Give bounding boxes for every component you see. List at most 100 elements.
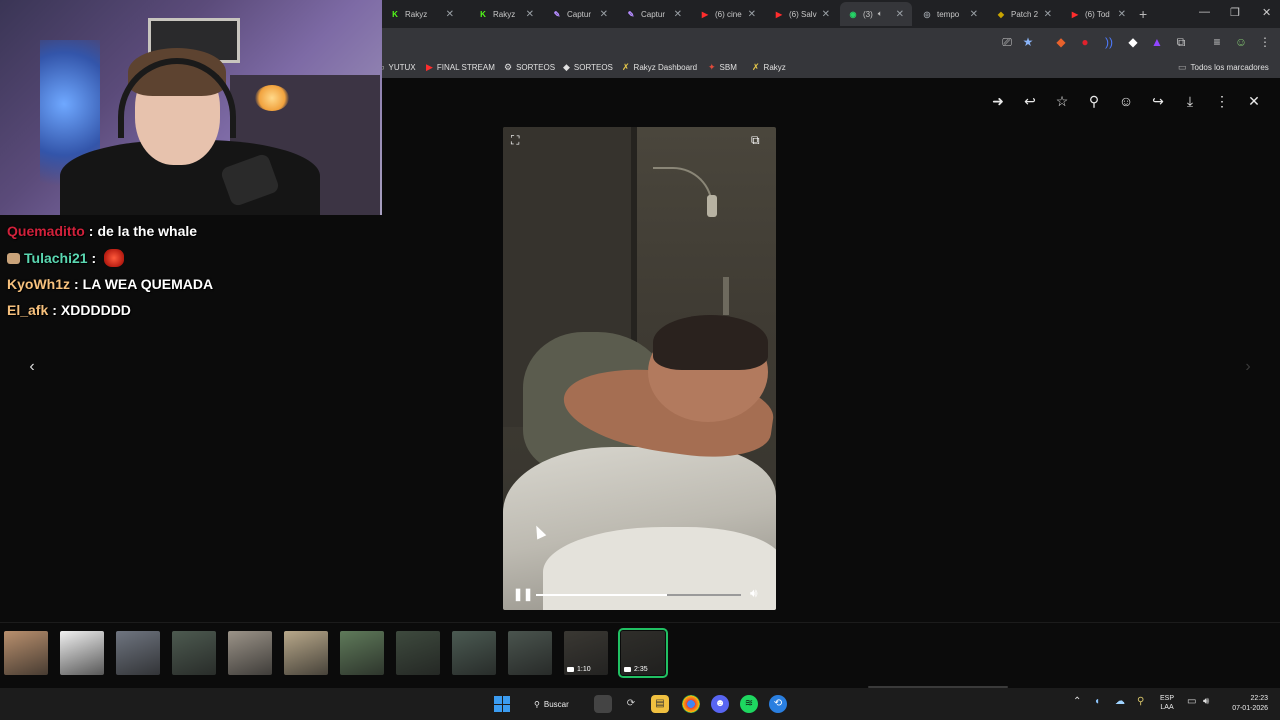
chrome-icon[interactable] [682,695,700,713]
thumbnail[interactable] [508,631,552,675]
tab-captur-1[interactable]: ✎ Captur ✕ [544,2,616,26]
tray-cloud-icon[interactable]: ☁ [1115,696,1125,707]
close-icon[interactable]: ✕ [446,9,454,20]
thumbnail[interactable] [340,631,384,675]
blue-app-icon[interactable]: ⟲ [769,695,787,713]
spotify-icon[interactable]: ≋ [740,695,758,713]
bookmark-sorteos-2[interactable]: ◆ SORTEOS [563,62,613,73]
thumbnail[interactable] [172,631,216,675]
tray-mic-icon[interactable]: ⚲ [1137,696,1144,707]
bookmark-rakyz-dashboard[interactable]: ✗ Rakyz Dashboard [622,62,697,73]
previous-media-button[interactable]: ‹ [22,358,42,380]
tab-captur-2[interactable]: ✎ Captur ✕ [618,2,690,26]
tray-steam-icon[interactable]: ◖ [1094,696,1100,707]
network-icon[interactable]: ▭ [1187,696,1196,707]
taskbar-search[interactable]: ⚲ Buscar [527,694,583,714]
thumbnail[interactable] [4,631,48,675]
tab-rakyz-2[interactable]: K Rakyz ✕ [470,2,542,26]
browser-toolbar: ⎚ ★ ◆ ● )) ◆ ▲ ⧉ ≡ ☺ ⋮ [382,28,1280,56]
fullscreen-icon[interactable]: ⛶ [511,133,527,149]
tab-tempo[interactable]: ◎ tempo ✕ [914,2,986,26]
bookmark-final-stream[interactable]: ▶ FINAL STREAM [426,62,495,73]
tray-chevron-icon[interactable]: ⌃ [1073,696,1081,707]
tab-label: (6) Tod [1085,9,1110,19]
tab-youtube-salv[interactable]: ▶ (6) Salv ✕ [766,2,838,26]
thumbnail[interactable] [452,631,496,675]
video-player[interactable] [503,127,776,610]
extension-diamond-icon[interactable]: ◆ [1126,35,1140,49]
extensions-puzzle-icon[interactable]: ⧉ [1174,35,1188,49]
system-clock[interactable]: 22:23 07-01-2026 [1224,694,1268,714]
arrow-right-icon[interactable]: ➜ [989,92,1007,110]
speaker-icon[interactable]: 🔈︎ [878,9,883,19]
thumbnail[interactable] [116,631,160,675]
maximize-button[interactable]: ❐ [1230,6,1240,19]
tab-label: tempo [937,9,960,19]
task-view-icon[interactable] [594,695,612,713]
tab-youtube-tod[interactable]: ▶ (6) Tod ✕ [1062,2,1134,26]
bookmark-label: SORTEOS [573,63,613,72]
thumbnail[interactable] [60,631,104,675]
forward-icon[interactable]: ↪ [1149,92,1167,110]
close-icon[interactable]: ✕ [674,9,682,20]
menu-kebab-icon[interactable]: ⋮ [1258,35,1272,49]
more-options-icon[interactable]: ⋮ [1213,92,1231,110]
close-icon[interactable]: ✕ [526,9,534,20]
download-icon[interactable]: ⤓ [1181,92,1199,110]
new-tab-button[interactable]: + [1139,6,1147,22]
video-frame-lamp-head [707,195,717,217]
close-icon[interactable]: ✕ [1118,9,1126,20]
close-icon[interactable]: ✕ [970,9,978,20]
bookmark-star-icon[interactable]: ★ [1021,35,1035,49]
bookmark-rakyz[interactable]: ✗ Rakyz [752,62,786,73]
bookmark-sbm[interactable]: ✦ SBM [708,62,737,73]
next-media-button[interactable]: › [1238,358,1258,380]
pin-icon[interactable]: ⚲ [1085,92,1103,110]
extension-audio-icon[interactable]: )) [1102,35,1116,49]
extension-fox-icon[interactable]: ◆ [1054,35,1068,49]
windows-start-icon[interactable] [494,696,510,712]
thumbnail-video[interactable]: 1:10 [564,631,608,675]
cast-icon[interactable]: ⎚ [1000,35,1014,49]
screen: K Rakyz ✕ K Rakyz ✕ ✎ Captur ✕ ✎ Captur … [0,0,1280,720]
tab-patch[interactable]: ◆ Patch 2 ✕ [988,2,1060,26]
reply-icon[interactable]: ↩ [1021,92,1039,110]
thumbnail[interactable] [228,631,272,675]
close-icon[interactable]: ✕ [896,9,904,20]
camera-icon [567,667,574,672]
bookmark-label: SBM [719,63,737,72]
keyboard-language[interactable]: ESP LAA [1160,694,1174,712]
star-icon[interactable]: ☆ [1053,92,1071,110]
close-viewer-icon[interactable]: ✕ [1245,92,1263,110]
tab-whatsapp[interactable]: ◉ (3) 🔈︎ ✕ [840,2,912,26]
video-seek-bar[interactable] [536,594,741,596]
close-icon[interactable]: ✕ [600,9,608,20]
picture-in-picture-icon[interactable]: ⧉ [751,133,767,149]
close-icon[interactable]: ✕ [1044,9,1052,20]
thumbnail[interactable] [396,631,440,675]
tab-rakyz-1[interactable]: K Rakyz ✕ [382,2,462,26]
extension-red-icon[interactable]: ● [1078,35,1092,49]
extension-twitch-icon[interactable]: ▲ [1150,35,1164,49]
widget-icon[interactable]: ⟳ [622,695,640,713]
thumbnail[interactable] [284,631,328,675]
volume-icon[interactable]: 🔊︎ [750,586,758,601]
tab-youtube-cine[interactable]: ▶ (6) cine ✕ [692,2,764,26]
tab-label: (3) [863,9,873,19]
volume-tray-icon[interactable]: 🔊︎ [1203,696,1209,707]
video-progress-fill [536,594,668,596]
close-icon[interactable]: ✕ [748,9,756,20]
emoji-icon[interactable]: ☺ [1117,92,1135,110]
thumbnail-video-selected[interactable]: 2:35 [618,628,668,678]
discord-icon[interactable]: ☻ [711,695,729,713]
clock-time: 22:23 [1250,695,1268,702]
close-window-button[interactable]: ✕ [1262,6,1271,19]
media-control-icon[interactable]: ≡ [1210,35,1224,49]
close-icon[interactable]: ✕ [822,9,830,20]
pause-icon[interactable]: ❚❚ [513,587,533,601]
bookmark-sorteos-1[interactable]: ⚙ SORTEOS [504,62,555,73]
minimize-button[interactable]: — [1199,6,1210,18]
all-bookmarks[interactable]: ▭ Todos los marcadores [1178,62,1269,73]
profile-avatar-icon[interactable]: ☺ [1234,35,1248,49]
file-explorer-icon[interactable]: ▤ [651,695,669,713]
